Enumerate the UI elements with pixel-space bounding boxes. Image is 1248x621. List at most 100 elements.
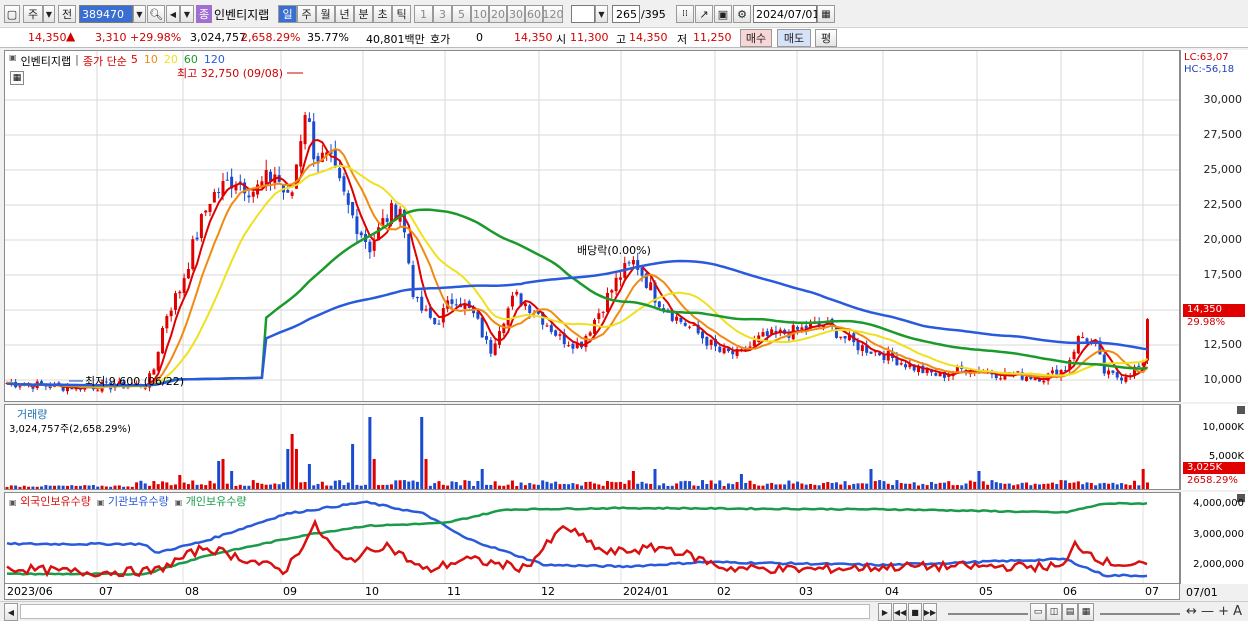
candle-body: [752, 340, 756, 346]
candle-body: [688, 326, 692, 328]
period-tab-5[interactable]: 초: [373, 5, 392, 23]
x-label: 08: [185, 585, 199, 598]
scroll-track[interactable]: [20, 604, 870, 619]
layout-icon-4[interactable]: ▦: [1078, 603, 1094, 621]
interval-tab-1[interactable]: 1: [414, 5, 433, 23]
price-panel[interactable]: 최고 32,750 (09/08) 최저 9,600 (06/22) 배당락(0.0…: [4, 50, 1180, 402]
eval-button[interactable]: 평: [815, 29, 837, 47]
scroll-left-icon[interactable]: ◀: [4, 603, 18, 621]
layout-icon-3[interactable]: ▤: [1062, 603, 1078, 621]
volume-bar: [139, 480, 143, 489]
volume-bar: [143, 483, 147, 489]
ma-legend: 5 10 20 60 120: [131, 53, 225, 69]
interval-tab-3[interactable]: 3: [433, 5, 452, 23]
candle-body: [204, 210, 208, 213]
zoom-controls[interactable]: ↔ — + A: [1186, 604, 1242, 619]
market-dropdown-icon[interactable]: ▼: [43, 5, 55, 23]
volume-bar: [433, 483, 437, 489]
table-icon[interactable]: ▦: [10, 71, 24, 85]
layout-icon-1[interactable]: ▭: [1030, 603, 1046, 621]
prev-button[interactable]: 전: [58, 5, 76, 23]
stop-icon[interactable]: ■: [908, 603, 922, 621]
volume-bar: [450, 481, 454, 489]
volume-bar: [593, 483, 597, 489]
candle-body: [303, 114, 307, 145]
interval-tab-5[interactable]: 5: [452, 5, 471, 23]
interval-tabs: 1 3 5 10 20 30 60 120: [414, 5, 564, 23]
volume-bar: [1115, 484, 1119, 489]
sell-button[interactable]: 매도: [777, 29, 811, 47]
date-input[interactable]: 2024/07/01: [753, 5, 819, 23]
volume-bar: [1025, 482, 1029, 489]
volume-bar: [843, 481, 847, 489]
volume-bar: [813, 484, 817, 489]
volume-close-icon[interactable]: [1237, 406, 1245, 414]
stock-code-input[interactable]: 389470: [79, 5, 133, 23]
candle-body: [212, 191, 216, 203]
custom-interval-dropdown-icon[interactable]: ▼: [595, 5, 608, 23]
save-icon[interactable]: ▣: [714, 5, 732, 23]
volume-bar: [247, 485, 251, 489]
volume-bar: [580, 485, 584, 489]
volume-bar: [878, 480, 882, 489]
volume-bar: [528, 483, 532, 489]
interval-tab-30[interactable]: 30: [507, 5, 525, 23]
candle-body: [359, 232, 363, 236]
volume-bar: [221, 459, 225, 489]
interval-tab-10[interactable]: 10: [471, 5, 489, 23]
gear-icon[interactable]: ⚙: [733, 5, 751, 23]
period-tab-4[interactable]: 분: [354, 5, 373, 23]
custom-interval-input[interactable]: [571, 5, 595, 23]
window-icon[interactable]: ▢: [4, 5, 20, 23]
code-dropdown-icon[interactable]: ▼: [133, 5, 146, 23]
speaker-icon[interactable]: ◀: [166, 5, 180, 23]
period-slider[interactable]: [1100, 607, 1180, 615]
period-tab-6[interactable]: 틱: [392, 5, 411, 23]
volume-bar: [299, 482, 303, 489]
period-tab-3[interactable]: 년: [335, 5, 354, 23]
interval-tab-60[interactable]: 60: [525, 5, 543, 23]
zoom-slider[interactable]: [948, 607, 1028, 615]
volume-bar: [679, 481, 683, 489]
holding-ytick-1: 4,000,000: [1193, 498, 1244, 509]
volume-bar: [1128, 485, 1132, 489]
holding-panel[interactable]: ▣ 외국인보유수량 ▣ 기관보유수량 ▣ 개인보유수량: [4, 492, 1180, 584]
volume-bar: [705, 484, 709, 489]
x-label: 04: [885, 585, 899, 598]
period-tab-0[interactable]: 일: [278, 5, 297, 23]
candle-body: [618, 277, 622, 280]
period-tab-2[interactable]: 월: [316, 5, 335, 23]
candle-body: [208, 203, 212, 212]
grid-icon[interactable]: ⁞⁞: [676, 5, 694, 23]
scroll-bar[interactable]: ◀ ▶ ◀◀ ■ ▶▶ ▭ ◫ ▤ ▦ ↔ — + A: [0, 601, 1248, 621]
x-label: 11: [447, 585, 461, 598]
x-label: 12: [541, 585, 555, 598]
forward-icon[interactable]: ▶▶: [923, 603, 937, 621]
play-icon[interactable]: ▶: [878, 603, 892, 621]
volume-bar: [182, 482, 186, 489]
volume-panel[interactable]: 거래량 3,024,757주(2,658.29%): [4, 404, 1180, 490]
volume-bar: [856, 483, 860, 489]
quote-bar: 14,350 ▲ 3,310 +29.98% 3,024,757 2,658.2…: [0, 28, 1248, 48]
count-input[interactable]: 265: [612, 5, 640, 23]
volume-bar: [9, 485, 13, 489]
history-dropdown-icon[interactable]: ▼: [180, 5, 194, 23]
interval-tab-20[interactable]: 20: [489, 5, 507, 23]
period-tab-1[interactable]: 주: [297, 5, 316, 23]
interval-tab-120[interactable]: 120: [543, 5, 564, 23]
high-price: 14,350: [629, 31, 668, 44]
search-icon[interactable]: 🔍︎: [147, 5, 165, 23]
calendar-icon[interactable]: ▦: [817, 5, 835, 23]
buy-button[interactable]: 매수: [740, 29, 772, 47]
volume-bar: [364, 484, 368, 489]
candle-body: [567, 345, 571, 347]
layout-icon-2[interactable]: ◫: [1046, 603, 1062, 621]
market-select[interactable]: 주: [23, 5, 43, 23]
volume-bar: [1003, 483, 1007, 489]
volume-bar: [640, 481, 644, 489]
candle-body: [497, 331, 501, 345]
volume-bar: [454, 482, 458, 489]
rewind-icon[interactable]: ◀◀: [893, 603, 907, 621]
tool-icon[interactable]: ↗: [695, 5, 713, 23]
ma-line-5: [6, 139, 1149, 390]
